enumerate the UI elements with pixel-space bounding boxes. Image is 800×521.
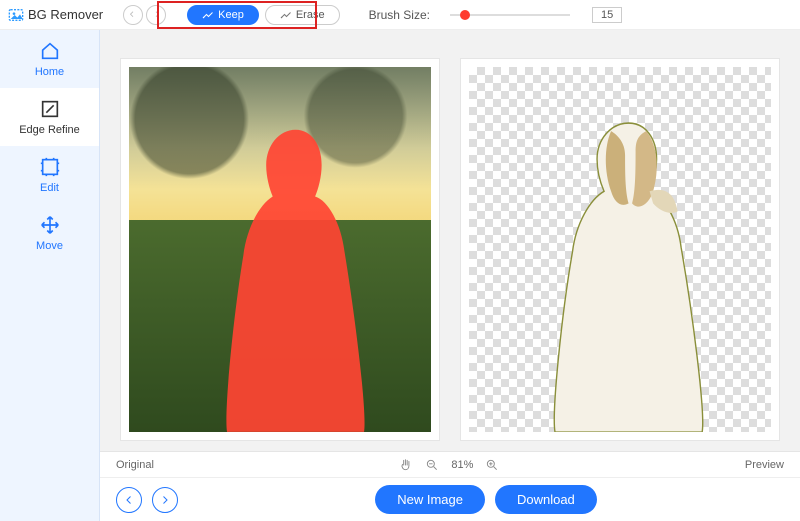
cutout-image [541, 111, 716, 432]
preview-panel[interactable] [460, 58, 780, 441]
sidebar-item-label: Edit [40, 182, 59, 194]
sidebar-item-label: Move [36, 240, 63, 252]
main-area: Original 81% Preview New Image Download [100, 30, 800, 521]
original-panel[interactable] [120, 58, 440, 441]
sidebar-item-edit[interactable]: Edit [0, 146, 99, 204]
sidebar-item-label: Edge Refine [19, 124, 80, 136]
preview-label: Preview [745, 459, 784, 471]
erase-icon [280, 9, 292, 21]
erase-label: Erase [296, 9, 325, 21]
brush-size-slider[interactable] [450, 8, 570, 22]
app-logo: BG Remover [8, 7, 103, 23]
keep-button[interactable]: Keep [187, 5, 259, 25]
sidebar-item-label: Home [35, 66, 64, 78]
redo-button[interactable] [146, 5, 166, 25]
undo-button[interactable] [123, 5, 143, 25]
pan-icon[interactable] [399, 458, 413, 472]
sidebar-item-move[interactable]: Move [0, 204, 99, 262]
brush-size-value: 15 [592, 7, 622, 23]
slider-thumb[interactable] [460, 10, 470, 20]
app-title: BG Remover [28, 7, 103, 22]
zoom-in-icon[interactable] [485, 458, 499, 472]
keep-mask-overlay [214, 118, 377, 432]
brush-size-label: Brush Size: [369, 8, 430, 22]
canvas-area [100, 30, 800, 451]
sidebar-item-home[interactable]: Home [0, 30, 99, 88]
keep-icon [202, 9, 214, 21]
keep-label: Keep [218, 9, 244, 21]
original-label: Original [116, 459, 154, 471]
erase-button[interactable]: Erase [265, 5, 340, 25]
next-button[interactable] [152, 487, 178, 513]
edit-icon [39, 156, 61, 178]
download-button[interactable]: Download [495, 485, 597, 514]
edge-refine-icon [39, 98, 61, 120]
brush-mode-group: Keep Erase [184, 2, 342, 28]
new-image-button[interactable]: New Image [375, 485, 485, 514]
original-image [129, 67, 431, 432]
bottom-bar: New Image Download [100, 477, 800, 521]
status-bar: Original 81% Preview [100, 451, 800, 477]
zoom-value: 81% [451, 459, 473, 471]
move-icon [39, 214, 61, 236]
sidebar-item-edge-refine[interactable]: Edge Refine [0, 88, 99, 146]
zoom-out-icon[interactable] [425, 458, 439, 472]
sidebar: Home Edge Refine Edit Move [0, 30, 100, 521]
logo-icon [8, 7, 24, 23]
history-controls [123, 5, 166, 25]
toolbar: BG Remover Keep Erase Brush Size: 15 [0, 0, 800, 30]
home-icon [39, 40, 61, 62]
prev-button[interactable] [116, 487, 142, 513]
